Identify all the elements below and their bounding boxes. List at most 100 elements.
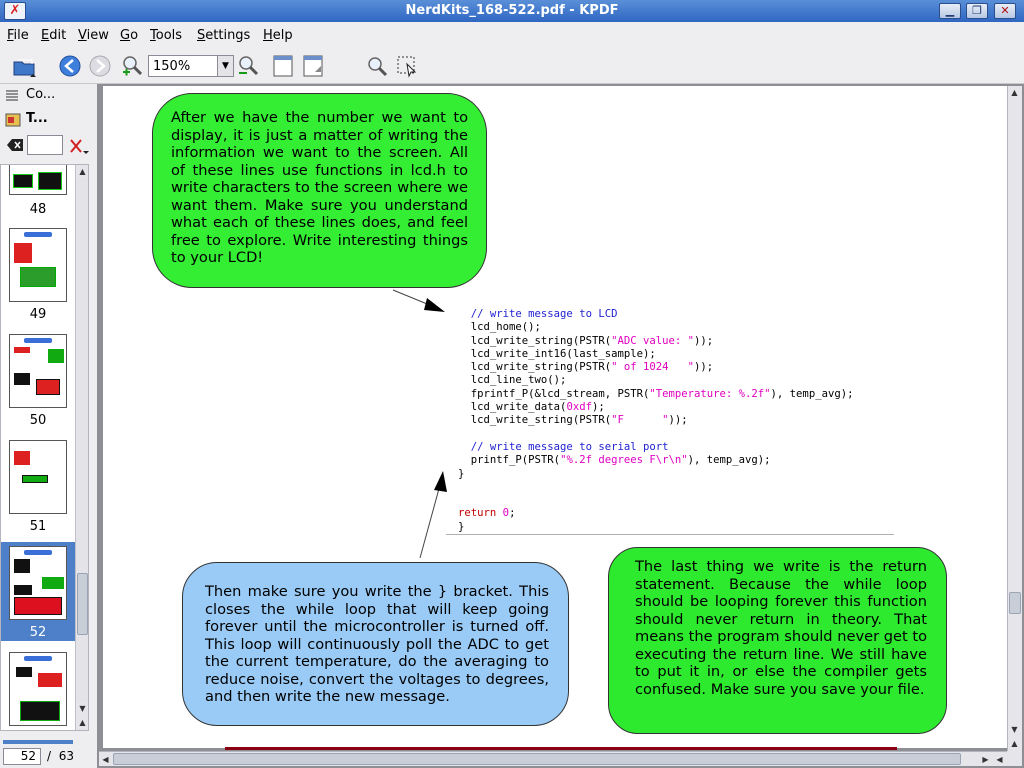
menu-help[interactable]: Help: [263, 28, 293, 43]
document-scroll-thumb[interactable]: [1009, 592, 1021, 614]
callout-return-statement: The last thing we write is the return st…: [608, 547, 947, 734]
code-line: ), temp_avg);: [770, 387, 854, 400]
code-listing: // write message to LCD lcd_home(); lcd_…: [458, 308, 853, 534]
menu-tools[interactable]: Tools: [150, 28, 182, 43]
zoom-value: 150%: [153, 59, 191, 74]
thumbnail-scroll-thumb[interactable]: [77, 573, 88, 635]
title-bar: ✗ NerdKits_168-522.pdf - KPDF ▁ ❐ ✕: [0, 0, 1024, 22]
thumbnail-page[interactable]: [9, 334, 67, 408]
page-number-input[interactable]: 52: [3, 748, 41, 765]
back-arrow-icon[interactable]: [58, 54, 82, 78]
code-line: lcd_line_two();: [470, 374, 567, 387]
zoom-out-icon[interactable]: [236, 54, 260, 78]
code-string: 0xdf: [566, 401, 592, 414]
code-line: );: [591, 401, 605, 414]
minimize-button[interactable]: ▁: [939, 3, 961, 19]
thumbnail-list[interactable]: 48 49 50 51 52 ▲ ▼ ▲: [0, 164, 89, 731]
kpdf-window: ✗ NerdKits_168-522.pdf - KPDF ▁ ❐ ✕ File…: [0, 0, 1024, 768]
code-line: lcd_write_data(: [470, 401, 567, 414]
zoom-tool-icon[interactable]: [365, 54, 389, 78]
page-navigator: 52 / 63: [0, 740, 89, 766]
menu-edit[interactable]: Edit: [41, 28, 66, 43]
callout-closing-bracket: Then make sure you write the } bracket. …: [182, 562, 569, 726]
scroll-down-icon[interactable]: ▼: [76, 702, 88, 715]
fit-width-icon[interactable]: [271, 54, 295, 78]
select-tool-icon[interactable]: [395, 54, 419, 78]
code-comment: // write message to LCD: [470, 308, 618, 320]
filter-bookmarks-icon[interactable]: [68, 137, 90, 157]
chevron-down-icon[interactable]: ▼: [217, 56, 233, 76]
code-string: "ADC value: ": [611, 334, 695, 347]
code-keyword: return: [458, 507, 497, 520]
menu-view[interactable]: View: [78, 28, 109, 43]
scroll-right-icon[interactable]: ▶: [979, 753, 992, 766]
window-title: NerdKits_168-522.pdf - KPDF: [405, 3, 619, 18]
code-line: }: [458, 520, 465, 533]
scroll-corner: [1007, 751, 1022, 766]
zoom-in-icon[interactable]: [120, 54, 144, 78]
fit-page-icon[interactable]: [301, 54, 325, 78]
scroll-left-icon[interactable]: ◀: [993, 753, 1006, 766]
zoom-combo[interactable]: 150% ▼: [148, 55, 234, 77]
code-line: lcd_home();: [470, 321, 541, 334]
thumbnail-page-number: 50: [29, 413, 47, 428]
scroll-up-icon[interactable]: ▲: [1008, 86, 1021, 99]
document-vertical-scrollbar[interactable]: ▲ ▼ ▲: [1007, 86, 1022, 751]
horizontal-scroll-thumb[interactable]: [113, 753, 961, 765]
scroll-up-icon[interactable]: ▲: [76, 716, 88, 729]
code-line: ));: [694, 361, 714, 374]
forward-arrow-icon[interactable]: [88, 54, 112, 78]
next-code-block-edge: [225, 747, 897, 750]
open-folder-icon[interactable]: [12, 54, 36, 78]
page-progress-bar: [3, 740, 73, 744]
code-line: ));: [694, 334, 714, 347]
menu-file[interactable]: File: [7, 28, 29, 43]
thumbnail-page[interactable]: [9, 228, 67, 302]
menu-go[interactable]: Go: [120, 28, 138, 43]
tab-thumbnails-label: T...: [26, 111, 48, 126]
code-string: " of 1024 ": [611, 361, 695, 374]
tab-contents[interactable]: Co...: [0, 84, 90, 108]
maximize-button[interactable]: ❐: [966, 3, 988, 19]
thumbnail-page[interactable]: [9, 440, 67, 514]
thumbnail-page[interactable]: [9, 652, 67, 726]
code-string: "F ": [611, 414, 669, 427]
code-line: lcd_write_string(PSTR(: [470, 414, 612, 427]
thumbnails-icon: [5, 113, 21, 127]
code-line: lcd_write_int16(last_sample);: [470, 347, 656, 360]
tab-thumbnails[interactable]: T...: [0, 108, 90, 132]
thumbnail-page[interactable]: [9, 165, 67, 195]
scroll-up-icon[interactable]: ▲: [1008, 737, 1021, 750]
code-comment: // write message to serial port: [470, 440, 669, 453]
thumbnail-page-number: 51: [29, 519, 47, 534]
clear-filter-icon[interactable]: [6, 137, 24, 153]
code-line: ), temp_avg);: [687, 454, 771, 467]
code-line: fprintf_P(&lcd_stream, PSTR(: [470, 387, 650, 400]
code-line: }: [458, 467, 465, 480]
code-line: lcd_write_string(PSTR(: [470, 361, 612, 374]
code-string: "%.2f degrees F\r\n": [560, 454, 688, 467]
code-line: printf_P(PSTR(: [470, 454, 561, 467]
tab-contents-label: Co...: [26, 87, 56, 102]
close-button[interactable]: ✕: [994, 3, 1016, 19]
scroll-left-icon[interactable]: ◀: [99, 753, 112, 766]
contents-icon: [6, 90, 18, 101]
thumbnail-page-number: 48: [29, 202, 47, 217]
thumbnail-filter-input[interactable]: [27, 135, 63, 155]
menu-settings[interactable]: Settings: [197, 28, 250, 43]
thumbnail-page-number: 52: [29, 625, 47, 640]
scroll-down-icon[interactable]: ▼: [1008, 723, 1021, 736]
scroll-up-icon[interactable]: ▲: [76, 165, 88, 178]
code-line: ));: [668, 414, 688, 427]
thumbnail-scrollbar[interactable]: ▲ ▼ ▲: [75, 165, 88, 730]
callout-lcd-writing: After we have the number we want to disp…: [152, 93, 487, 288]
code-line: lcd_write_string(PSTR(: [470, 334, 612, 347]
code-string: "Temperature: %.2f": [649, 387, 771, 400]
total-pages: 63: [58, 749, 74, 763]
document-horizontal-scrollbar[interactable]: ◀ ▶ ◀: [99, 751, 1007, 766]
menu-bar: File Edit View Go Tools Settings Help: [0, 22, 1024, 48]
code-block-divider: [446, 534, 894, 535]
thumbnail-page-selected[interactable]: [9, 546, 67, 620]
code-line: ;: [509, 507, 516, 520]
page-separator: / 63: [47, 749, 74, 763]
